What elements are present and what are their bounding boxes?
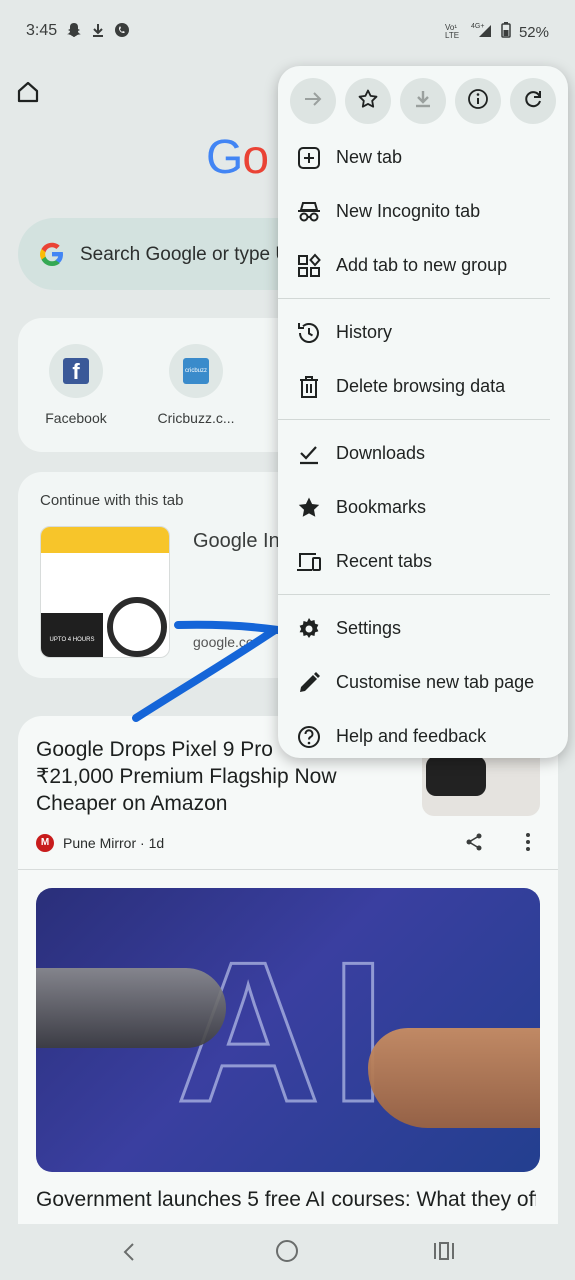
- source-logo-icon: M: [36, 834, 54, 852]
- menu-item-label: Delete browsing data: [336, 376, 506, 396]
- forward-button[interactable]: [290, 78, 336, 124]
- menu-item-settings[interactable]: Settings: [278, 601, 568, 655]
- bookmark-button[interactable]: [345, 78, 391, 124]
- home-nav-icon[interactable]: [276, 1240, 298, 1262]
- news-image[interactable]: AI: [36, 888, 540, 1172]
- page-info-button[interactable]: [455, 78, 501, 124]
- headline-line: ₹21,000 Premium Flagship Now: [36, 765, 337, 788]
- news-feed: Google Drops Pixel 9 Pro ₹21,000 Premium…: [18, 716, 558, 1226]
- devices-icon: [296, 549, 322, 575]
- menu-item-label: New Incognito tab: [336, 201, 481, 221]
- history-icon: [296, 320, 322, 346]
- menu-item-label: Settings: [336, 618, 402, 638]
- menu-item-label: History: [336, 322, 393, 342]
- incognito-icon: [296, 199, 322, 225]
- home-icon[interactable]: [14, 78, 42, 106]
- bookmark-star-icon: [357, 88, 379, 115]
- search-placeholder: Search Google or type U: [80, 244, 290, 265]
- back-icon[interactable]: [118, 1238, 142, 1266]
- menu-item-label: Help and feedback: [336, 726, 487, 746]
- menu-divider: [278, 594, 550, 595]
- menu-item-label: Recent tabs: [336, 551, 433, 571]
- divider: [18, 869, 558, 870]
- menu-item-bookmarks[interactable]: Bookmarks: [278, 480, 568, 534]
- signal-icon: 4G+: [471, 22, 493, 42]
- whatsapp-icon: [114, 22, 130, 41]
- refresh-icon: [522, 88, 544, 115]
- chrome-overflow-menu: New tab New Incognito tab Add tab to new…: [278, 66, 568, 758]
- download-icon: [412, 88, 434, 115]
- continue-tab-title: Google In: [193, 530, 280, 552]
- menu-top-actions: [290, 78, 556, 126]
- headline-line: Cheaper on Amazon: [36, 792, 228, 815]
- facebook-icon: f: [63, 358, 89, 384]
- news-source: Pune Mirror · 1d: [63, 835, 165, 851]
- menu-item-downloads[interactable]: Downloads: [278, 426, 568, 480]
- shortcut-cricbuzz[interactable]: cricbuzz Cricbuzz.c...: [148, 344, 244, 426]
- menu-item-add-tab-to-group[interactable]: Add tab to new group: [278, 238, 568, 292]
- pencil-icon: [296, 670, 322, 696]
- info-icon: [467, 88, 489, 115]
- snapchat-icon: [66, 22, 82, 41]
- new-tab-icon: [296, 145, 322, 171]
- menu-item-label: Customise new tab page: [336, 672, 535, 692]
- share-icon[interactable]: [464, 832, 484, 852]
- tab-group-icon: [296, 253, 322, 279]
- menu-item-label: Bookmarks: [336, 497, 427, 517]
- human-hand-image: [368, 1028, 540, 1128]
- robot-hand-image: [36, 968, 226, 1048]
- download-status-icon: [90, 22, 106, 41]
- news-headline[interactable]: Government launches 5 free AI courses: W…: [36, 1186, 536, 1226]
- menu-item-label: New tab: [336, 147, 403, 167]
- trash-icon: [296, 374, 322, 400]
- battery-icon: [501, 22, 511, 42]
- status-system-icons: Vo¹ LTE 4G+ 52%: [445, 22, 549, 42]
- menu-divider: [278, 419, 550, 420]
- help-icon: [296, 724, 322, 750]
- status-time: 3:45: [26, 22, 58, 39]
- menu-item-label: Add tab to new group: [336, 255, 508, 275]
- menu-item-new-incognito-tab[interactable]: New Incognito tab: [278, 184, 568, 238]
- menu-divider: [278, 298, 550, 299]
- menu-item-label: Downloads: [336, 443, 426, 463]
- status-bar: 3:45 Vo¹ LTE 4G+ 52%: [0, 0, 575, 60]
- google-g-icon: [38, 240, 66, 268]
- shortcut-label: Facebook: [45, 410, 107, 426]
- system-nav-bar: [0, 1224, 575, 1280]
- network-type-label: 4G+: [471, 23, 484, 30]
- battery-percent: 52%: [518, 23, 549, 41]
- recent-apps-icon[interactable]: [432, 1240, 456, 1262]
- download-page-button[interactable]: [400, 78, 446, 124]
- forward-icon: [302, 88, 324, 115]
- shortcut-label: Cricbuzz.c...: [157, 410, 235, 426]
- menu-item-delete-browsing-data[interactable]: Delete browsing data: [278, 359, 568, 413]
- continue-section-title: Continue with this tab: [40, 492, 184, 509]
- refresh-button[interactable]: [510, 78, 556, 124]
- menu-item-recent-tabs[interactable]: Recent tabs: [278, 534, 568, 588]
- google-logo: Go: [206, 131, 269, 184]
- shortcut-facebook[interactable]: f Facebook: [28, 344, 124, 426]
- more-options-icon[interactable]: [518, 832, 538, 852]
- volte-indicator: Vo¹ LTE: [444, 23, 460, 40]
- menu-item-new-tab[interactable]: New tab: [278, 130, 568, 184]
- cricbuzz-icon: cricbuzz: [183, 358, 209, 384]
- settings-gear-icon: [296, 616, 322, 642]
- star-icon: [296, 495, 322, 521]
- menu-item-history[interactable]: History: [278, 305, 568, 359]
- menu-item-help-and-feedback[interactable]: Help and feedback: [278, 709, 568, 763]
- status-notification-icons: [66, 22, 130, 41]
- menu-item-customise-new-tab-page[interactable]: Customise new tab page: [278, 655, 568, 709]
- downloads-icon: [296, 441, 322, 467]
